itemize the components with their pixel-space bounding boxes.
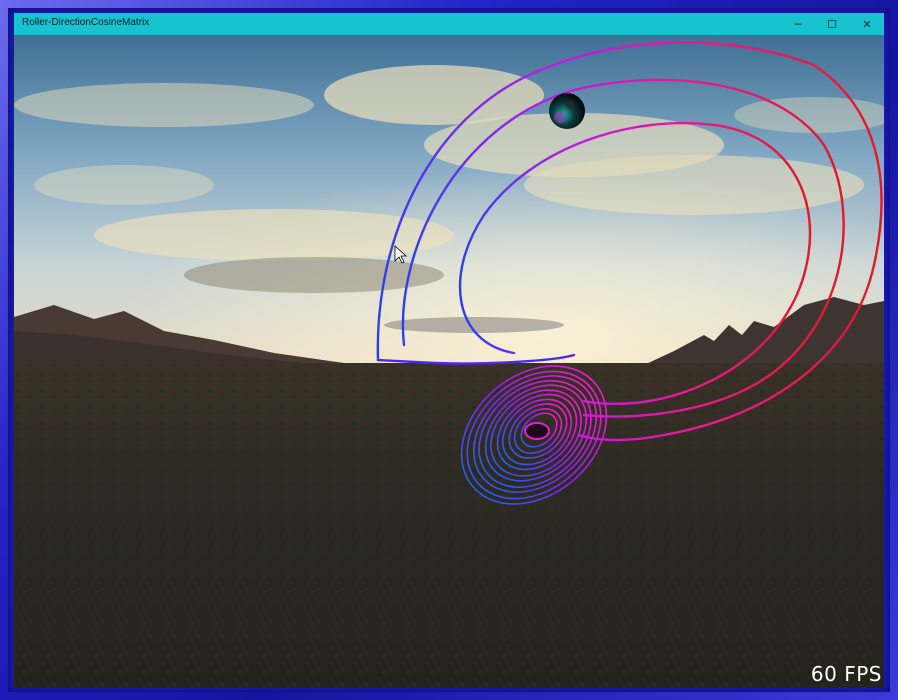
title-bar[interactable]: Roller-DirectionCosineMatrix ─ ☐ ✕ xyxy=(14,13,884,35)
minimize-icon: ─ xyxy=(794,17,802,31)
spiral-core xyxy=(524,422,550,440)
close-button[interactable]: ✕ xyxy=(850,13,884,35)
fps-counter: 60 FPS xyxy=(810,662,882,686)
scene-canvas xyxy=(14,35,884,688)
close-icon: ✕ xyxy=(862,17,872,31)
maximize-button[interactable]: ☐ xyxy=(815,13,849,35)
sphere xyxy=(549,93,585,129)
window-title: Roller-DirectionCosineMatrix xyxy=(22,17,150,28)
render-viewport[interactable]: 60 FPS xyxy=(14,35,884,688)
minimize-button[interactable]: ─ xyxy=(781,13,815,35)
app-window: Roller-DirectionCosineMatrix ─ ☐ ✕ 60 FP… xyxy=(14,13,884,688)
maximize-icon: ☐ xyxy=(827,17,837,31)
